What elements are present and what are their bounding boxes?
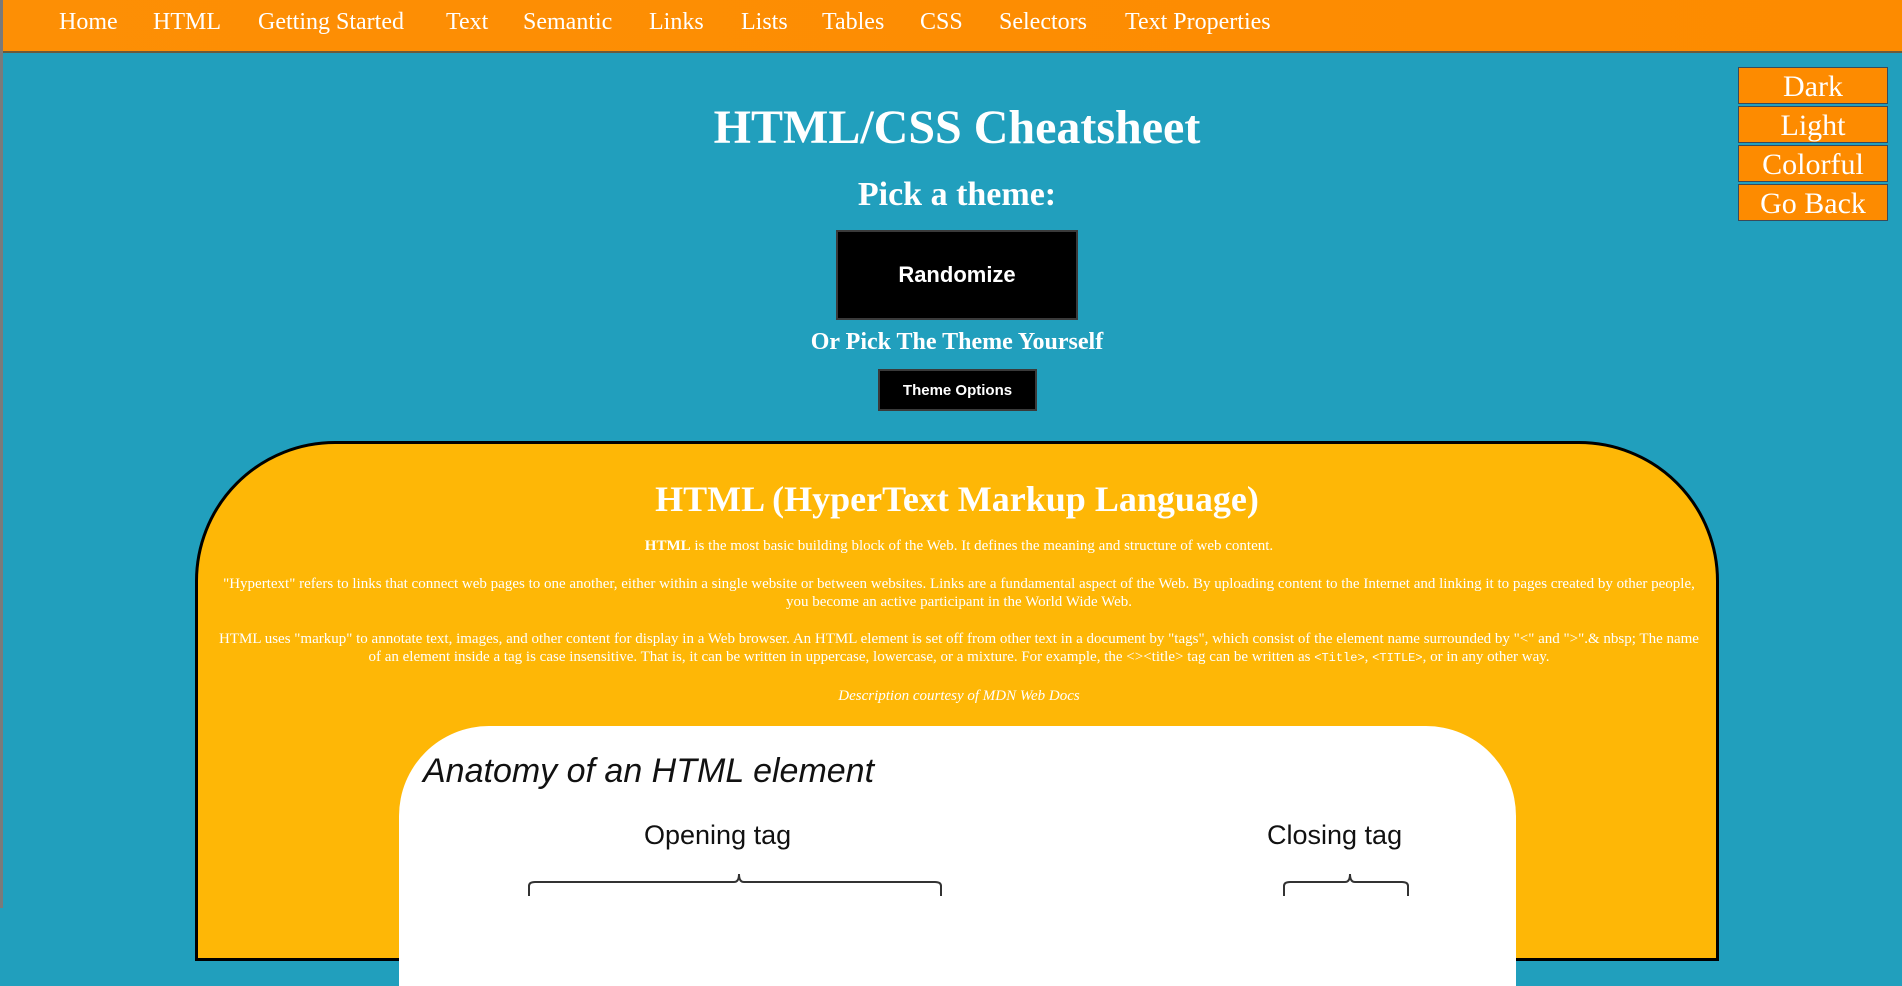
hypertext-paragraph: "Hypertext" refers to links that connect… bbox=[223, 576, 1695, 610]
randomize-button[interactable]: Randomize bbox=[836, 230, 1078, 320]
pick-theme-heading: Pick a theme: bbox=[857, 176, 1057, 213]
nav-link-lists[interactable]: Lists bbox=[741, 9, 788, 36]
markup-end-text: , or in any other way. bbox=[1422, 649, 1550, 665]
mdn-credit: Description courtesy of MDN Web Docs bbox=[838, 688, 1080, 704]
anatomy-title: Anatomy of an HTML element bbox=[423, 752, 875, 790]
nav-link-selectors[interactable]: Selectors bbox=[999, 9, 1087, 36]
theme-options-button[interactable]: Theme Options bbox=[878, 369, 1037, 411]
nav-link-html[interactable]: HTML bbox=[153, 9, 221, 36]
tag-brackets bbox=[528, 873, 1409, 896]
nav-link-getting-started[interactable]: Getting Started bbox=[258, 9, 404, 36]
nav-link-text-properties[interactable]: Text Properties bbox=[1125, 9, 1271, 36]
opening-tag-bracket bbox=[528, 873, 942, 896]
intro-text: is the most basic building block of the … bbox=[690, 538, 1274, 554]
nav-link-tables[interactable]: Tables bbox=[822, 9, 884, 36]
card-title: HTML (HyperText Markup Language) bbox=[655, 479, 1259, 519]
nav-link-home[interactable]: Home bbox=[59, 9, 118, 36]
closing-tag-label: Closing tag bbox=[1267, 820, 1403, 850]
or-pick-theme-text: Or Pick The Theme Yourself bbox=[810, 329, 1104, 355]
code-title-upper: <TITLE> bbox=[1372, 651, 1423, 665]
nav-link-css[interactable]: CSS bbox=[920, 9, 963, 36]
nav-link-links[interactable]: Links bbox=[649, 9, 704, 36]
html-info-card: HTML (HyperText Markup Language) HTML is… bbox=[195, 441, 1719, 986]
page-title: HTML/CSS Cheatsheet bbox=[713, 101, 1201, 154]
anatomy-diagram: Anatomy of an HTML element Opening tag C… bbox=[399, 726, 1516, 986]
markup-paragraph: HTML uses "markup" to annotate text, ima… bbox=[212, 630, 1706, 667]
html-bold-term: HTML bbox=[644, 538, 691, 554]
top-navigation-bar: Home HTML Getting Started Text Semantic … bbox=[3, 0, 1902, 53]
nav-link-text[interactable]: Text bbox=[446, 9, 488, 36]
code-title-mixed: <Title> bbox=[1314, 651, 1365, 665]
nav-link-semantic[interactable]: Semantic bbox=[523, 9, 612, 36]
closing-tag-bracket bbox=[1283, 873, 1409, 896]
opening-tag-label: Opening tag bbox=[644, 820, 792, 850]
intro-paragraph: HTML is the most basic building block of… bbox=[212, 537, 1706, 555]
dark-theme-button[interactable]: Dark bbox=[1738, 67, 1888, 104]
